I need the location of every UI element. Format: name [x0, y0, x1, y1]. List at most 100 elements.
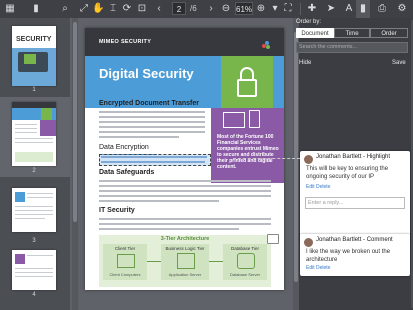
paragraph-line	[99, 126, 205, 128]
hide-button[interactable]: Hide	[299, 60, 311, 66]
cursor-icon[interactable]: ➤	[325, 3, 337, 15]
previous-page-icon[interactable]: ‹	[153, 3, 165, 15]
rotate-icon[interactable]: ⟳	[121, 3, 133, 15]
sort-by-time[interactable]: Time	[334, 28, 370, 38]
paragraph-line	[99, 136, 179, 138]
tier-3-label: Database Tier	[230, 246, 259, 251]
thumbnail-page-3[interactable]	[12, 188, 56, 232]
thumbnail-label-2: 2	[32, 168, 36, 174]
page-title: Digital Security	[99, 66, 194, 81]
pan-tool-icon[interactable]: ✋	[92, 3, 104, 15]
highlighted-line	[101, 156, 207, 158]
thumbnail-page-1[interactable]: SECURITY	[12, 26, 56, 86]
zoom-level[interactable]: 61%	[235, 2, 253, 15]
architecture-title: 3-Tier Architecture	[160, 236, 210, 242]
thumb-diagram	[15, 152, 53, 162]
thumbnail-label-1: 1	[32, 87, 36, 93]
section-it-security: IT Security	[99, 207, 135, 214]
thumb-cover-title: SECURITY	[16, 36, 52, 43]
thumb-icon-block	[15, 254, 25, 264]
phone-icon	[249, 110, 260, 128]
lock-graphic	[221, 56, 273, 108]
thumbnail-page-4[interactable]	[12, 250, 56, 290]
fullscreen-icon[interactable]: ⛶	[282, 3, 294, 15]
paragraph-line	[99, 185, 271, 187]
server-icon	[177, 253, 195, 269]
comment-text: This will be key to ensuring the ongoing…	[306, 166, 389, 180]
expand-icon[interactable]: ⤢	[78, 3, 90, 15]
zoom-in-icon[interactable]: ⊕	[255, 3, 267, 15]
text-tool-icon[interactable]: A	[343, 3, 355, 15]
add-annotation-icon[interactable]: ✚	[306, 3, 318, 15]
page-header-brand: MIMEO SECURITY	[99, 39, 152, 45]
thumbnail-label-4: 4	[32, 292, 36, 298]
page-number-input[interactable]: 2	[172, 2, 186, 15]
comment-author: Jonathan Bartlett - Comment	[316, 237, 393, 243]
paragraph-line	[99, 195, 271, 197]
comment-note-icon[interactable]	[267, 234, 279, 244]
section-data-encryption: Data Encryption	[99, 144, 149, 151]
devices-icon	[223, 112, 245, 128]
tier-2-label: Business Logic Tier	[165, 246, 205, 251]
thumb-text-line	[15, 124, 37, 125]
tier-2-sub: Application Server	[168, 272, 202, 277]
next-page-icon[interactable]: ›	[205, 3, 217, 15]
thumb-text-line	[15, 272, 53, 273]
section-data-safeguards: Data Safeguards	[99, 169, 155, 176]
thumb-purple-block	[40, 120, 56, 136]
settings-icon[interactable]: ⚙	[396, 3, 408, 15]
thumb-text-line	[15, 128, 37, 129]
database-icon	[237, 253, 255, 269]
comments-panel-icon[interactable]: ▮	[357, 3, 369, 15]
comment-card-2[interactable]: Jonathan Bartlett - Comment I like the w…	[300, 234, 410, 276]
zoom-out-icon[interactable]: ⊖	[220, 3, 232, 15]
thumb-text-line	[15, 276, 53, 277]
thumbnail-page-2[interactable]	[12, 102, 56, 166]
thumb-green-block	[41, 108, 52, 120]
save-button[interactable]: Save	[392, 60, 406, 66]
paragraph-line	[99, 200, 219, 202]
annotation-connector-line	[233, 158, 300, 160]
toolbar-divider	[300, 3, 301, 15]
thumbnail-scrollbar-thumb[interactable]	[73, 22, 77, 222]
comment-search-input[interactable]: Search the comments...	[296, 42, 408, 53]
comment-card-1[interactable]: Jonathan Bartlett - Highlight This will …	[300, 151, 410, 243]
document-scrollbar-thumb[interactable]	[294, 32, 298, 282]
paragraph-line	[99, 121, 205, 123]
search-icon[interactable]: ⌕	[59, 3, 71, 15]
zoom-dropdown-icon[interactable]: ▾	[269, 3, 281, 15]
thumb-text-line	[15, 206, 53, 207]
client-computer-icon	[117, 254, 135, 268]
thumb-text-line	[15, 142, 53, 143]
order-by-label: Order by:	[296, 19, 322, 25]
paragraph-line	[99, 223, 271, 225]
arrow-connector	[147, 261, 161, 262]
thumb-text-line	[15, 138, 53, 139]
avatar	[304, 238, 313, 247]
thumb-text-line	[27, 193, 53, 194]
fit-page-icon[interactable]: ⊡	[136, 3, 148, 15]
paragraph-line	[99, 111, 205, 113]
page-total: /6	[190, 4, 197, 13]
thumb-text-line	[15, 210, 53, 211]
tier-3-sub: Database Server	[229, 272, 260, 277]
print-icon[interactable]: ⎙	[376, 3, 388, 15]
comment-text: I like the way we broken out the archite…	[306, 249, 391, 263]
avatar	[304, 155, 313, 164]
paragraph-line	[99, 131, 205, 133]
paragraph-line	[99, 218, 271, 220]
comment-actions[interactable]: Edit Delete	[306, 265, 330, 271]
paragraph-line	[99, 116, 205, 118]
reply-input[interactable]: Enter a reply...	[305, 197, 405, 209]
bookmark-icon[interactable]: ▮	[30, 3, 42, 15]
sort-by-order[interactable]: Order	[370, 28, 408, 38]
text-select-icon[interactable]: ⌶	[107, 3, 119, 15]
thumbnails-icon[interactable]: ▦	[4, 3, 16, 15]
brand-logo	[261, 37, 271, 49]
thumb-text-line	[27, 197, 53, 198]
paragraph-line	[99, 228, 239, 230]
highlighted-line	[101, 161, 205, 163]
comment-actions[interactable]: Edit Delete	[306, 184, 330, 190]
sort-by-document[interactable]: Document	[296, 28, 334, 38]
callout-text: Most of the Fortune 100 Financial Servic…	[217, 134, 279, 170]
